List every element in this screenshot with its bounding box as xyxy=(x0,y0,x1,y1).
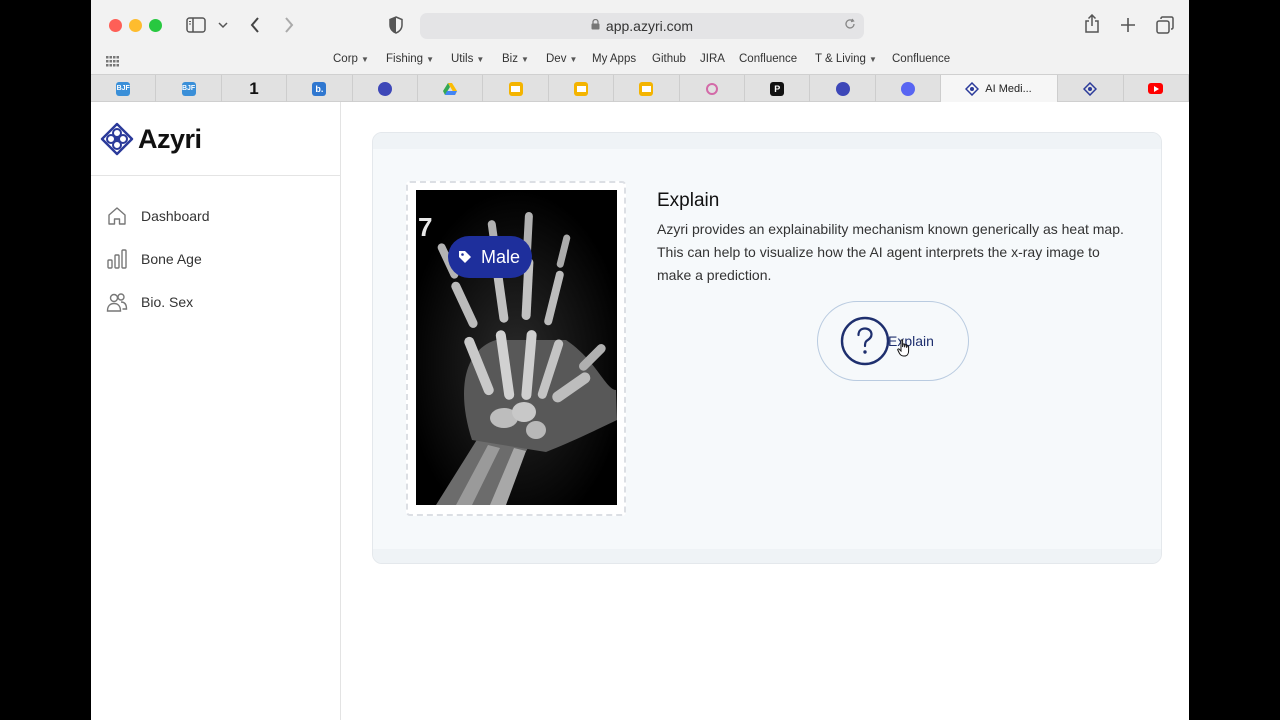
share-icon[interactable] xyxy=(1083,13,1101,35)
chevron-down-icon: ▼ xyxy=(360,55,369,64)
sidebar-item-dashboard[interactable]: Dashboard xyxy=(106,204,210,228)
tab-booking[interactable]: b. xyxy=(287,75,353,102)
sidebar-toggle-icon[interactable] xyxy=(185,16,207,34)
tab-e-1[interactable] xyxy=(353,75,419,102)
bjf-favicon-icon: BJF xyxy=(181,81,196,96)
bookmark-biz[interactable]: Biz ▼ xyxy=(502,53,529,65)
tab-slides-1[interactable] xyxy=(483,75,549,102)
tab-discord[interactable] xyxy=(876,75,942,102)
xray-image: 7 Male xyxy=(416,190,617,505)
reload-icon[interactable] xyxy=(844,17,856,33)
bookmark-github[interactable]: Github xyxy=(652,53,686,65)
tab-slides-2[interactable] xyxy=(549,75,615,102)
tab-azyri-2[interactable] xyxy=(1058,75,1124,102)
new-tab-icon[interactable] xyxy=(1119,16,1137,34)
e-favicon-icon xyxy=(377,81,392,96)
youtube-favicon-icon xyxy=(1148,83,1164,94)
bookmark-corp[interactable]: Corp ▼ xyxy=(333,53,369,65)
chevron-down-icon: ▼ xyxy=(520,55,529,64)
sidebar-item-label: Bio. Sex xyxy=(141,294,194,310)
tab-youtube[interactable] xyxy=(1124,75,1189,102)
bookmark-confluence-2[interactable]: Confluence xyxy=(892,53,950,65)
bookmark-dev[interactable]: Dev ▼ xyxy=(546,53,577,65)
explain-card: 7 Male Explain Azyri provides an explain… xyxy=(372,132,1162,564)
browser-toolbar: app.azyri.com xyxy=(91,0,1189,50)
brand-name: Azyri xyxy=(138,123,202,154)
prediction-badge: Male xyxy=(448,236,533,278)
close-window-button[interactable] xyxy=(109,19,122,32)
sidebar: Azyri Dashboard Bone Age Bio. Sex xyxy=(91,102,341,720)
tab-bjf-1[interactable]: BJF xyxy=(91,75,157,102)
p-favicon-icon: P xyxy=(770,81,785,96)
tab-one[interactable]: 1 xyxy=(222,75,288,102)
card-header-band xyxy=(373,133,1161,149)
brand-logo[interactable]: Azyri xyxy=(100,122,202,156)
tab-p[interactable]: P xyxy=(745,75,811,102)
prediction-label: Male xyxy=(481,246,521,267)
tab-drive[interactable] xyxy=(418,75,484,102)
sidebar-item-bio-sex[interactable]: Bio. Sex xyxy=(106,290,193,314)
tab-ring[interactable] xyxy=(680,75,746,102)
tab-e-2[interactable] xyxy=(810,75,876,102)
chevron-down-icon: ▼ xyxy=(426,55,434,64)
sidebar-item-bone-age[interactable]: Bone Age xyxy=(106,247,202,271)
minimize-window-button[interactable] xyxy=(129,19,142,32)
slides-favicon-icon xyxy=(574,81,589,96)
e-favicon-icon xyxy=(835,81,850,96)
tab-bar: BJF BJF 1 b. P AI Medi... xyxy=(91,74,1189,102)
azyri-logo-icon xyxy=(100,122,134,156)
tab-overview-icon[interactable] xyxy=(1155,15,1175,35)
active-tab-title: AI Medi... xyxy=(985,82,1032,95)
tab-slides-3[interactable] xyxy=(614,75,680,102)
bar-chart-icon xyxy=(107,249,127,269)
explain-title: Explain xyxy=(657,190,720,211)
bookmark-t-living[interactable]: T & Living ▼ xyxy=(815,53,877,65)
tab-ai-medical[interactable]: AI Medi... xyxy=(941,75,1059,102)
discord-favicon-icon xyxy=(901,81,916,96)
zoom-window-button[interactable] xyxy=(149,19,162,32)
xray-image-frame: 7 Male xyxy=(406,181,626,516)
azyri-favicon-icon xyxy=(965,81,980,96)
ring-favicon-icon xyxy=(705,82,718,95)
sidebar-item-label: Dashboard xyxy=(141,208,210,224)
hand-pointer-icon xyxy=(897,339,910,357)
tag-icon xyxy=(459,251,471,263)
bookmark-confluence[interactable]: Confluence xyxy=(739,53,797,65)
bookmarks-bar: Corp ▼ Fishing ▼ Utils ▼ Biz ▼ Dev ▼ My Apps … xyxy=(91,50,1189,74)
browser-window: app.azyri.com Corp ▼ Fishing ▼ Utils ▼ Biz ▼… xyxy=(91,0,1189,720)
slides-favicon-icon xyxy=(508,81,523,96)
bookmark-my-apps[interactable]: My Apps xyxy=(592,53,636,65)
chevron-down-icon: ▼ xyxy=(476,55,485,64)
one-favicon-icon: 1 xyxy=(249,78,259,98)
azyri-favicon-icon xyxy=(1083,81,1098,96)
tab-bjf-2[interactable]: BJF xyxy=(156,75,222,102)
sidebar-item-label: Bone Age xyxy=(141,251,202,267)
card-footer-band xyxy=(373,549,1161,563)
xray-marker: 7 xyxy=(418,212,432,242)
back-icon[interactable] xyxy=(247,15,263,35)
address-bar[interactable]: app.azyri.com xyxy=(420,13,864,39)
bookmark-utils[interactable]: Utils ▼ xyxy=(451,53,484,65)
sidebar-divider xyxy=(91,175,341,176)
chevron-down-icon: ▼ xyxy=(569,55,578,64)
explain-button[interactable]: Explain xyxy=(817,301,969,381)
google-drive-icon xyxy=(443,82,458,96)
bookmark-jira[interactable]: JIRA xyxy=(700,53,725,65)
bjf-favicon-icon: BJF xyxy=(116,81,131,96)
booking-favicon-icon: b. xyxy=(312,81,327,96)
forward-icon[interactable] xyxy=(281,15,297,35)
chevron-down-icon[interactable] xyxy=(217,18,229,32)
chevron-down-icon: ▼ xyxy=(868,55,877,64)
bookmark-fishing[interactable]: Fishing ▼ xyxy=(386,53,434,65)
lock-icon xyxy=(591,18,600,33)
privacy-shield-icon[interactable] xyxy=(388,15,404,35)
explain-description: Azyri provides an explainability mechani… xyxy=(657,221,1124,283)
url-text: app.azyri.com xyxy=(605,18,694,34)
home-icon xyxy=(108,207,126,225)
question-mark-icon xyxy=(840,316,890,366)
users-icon xyxy=(106,293,128,312)
slides-favicon-icon xyxy=(639,81,654,96)
apps-grid-icon[interactable] xyxy=(105,54,119,68)
